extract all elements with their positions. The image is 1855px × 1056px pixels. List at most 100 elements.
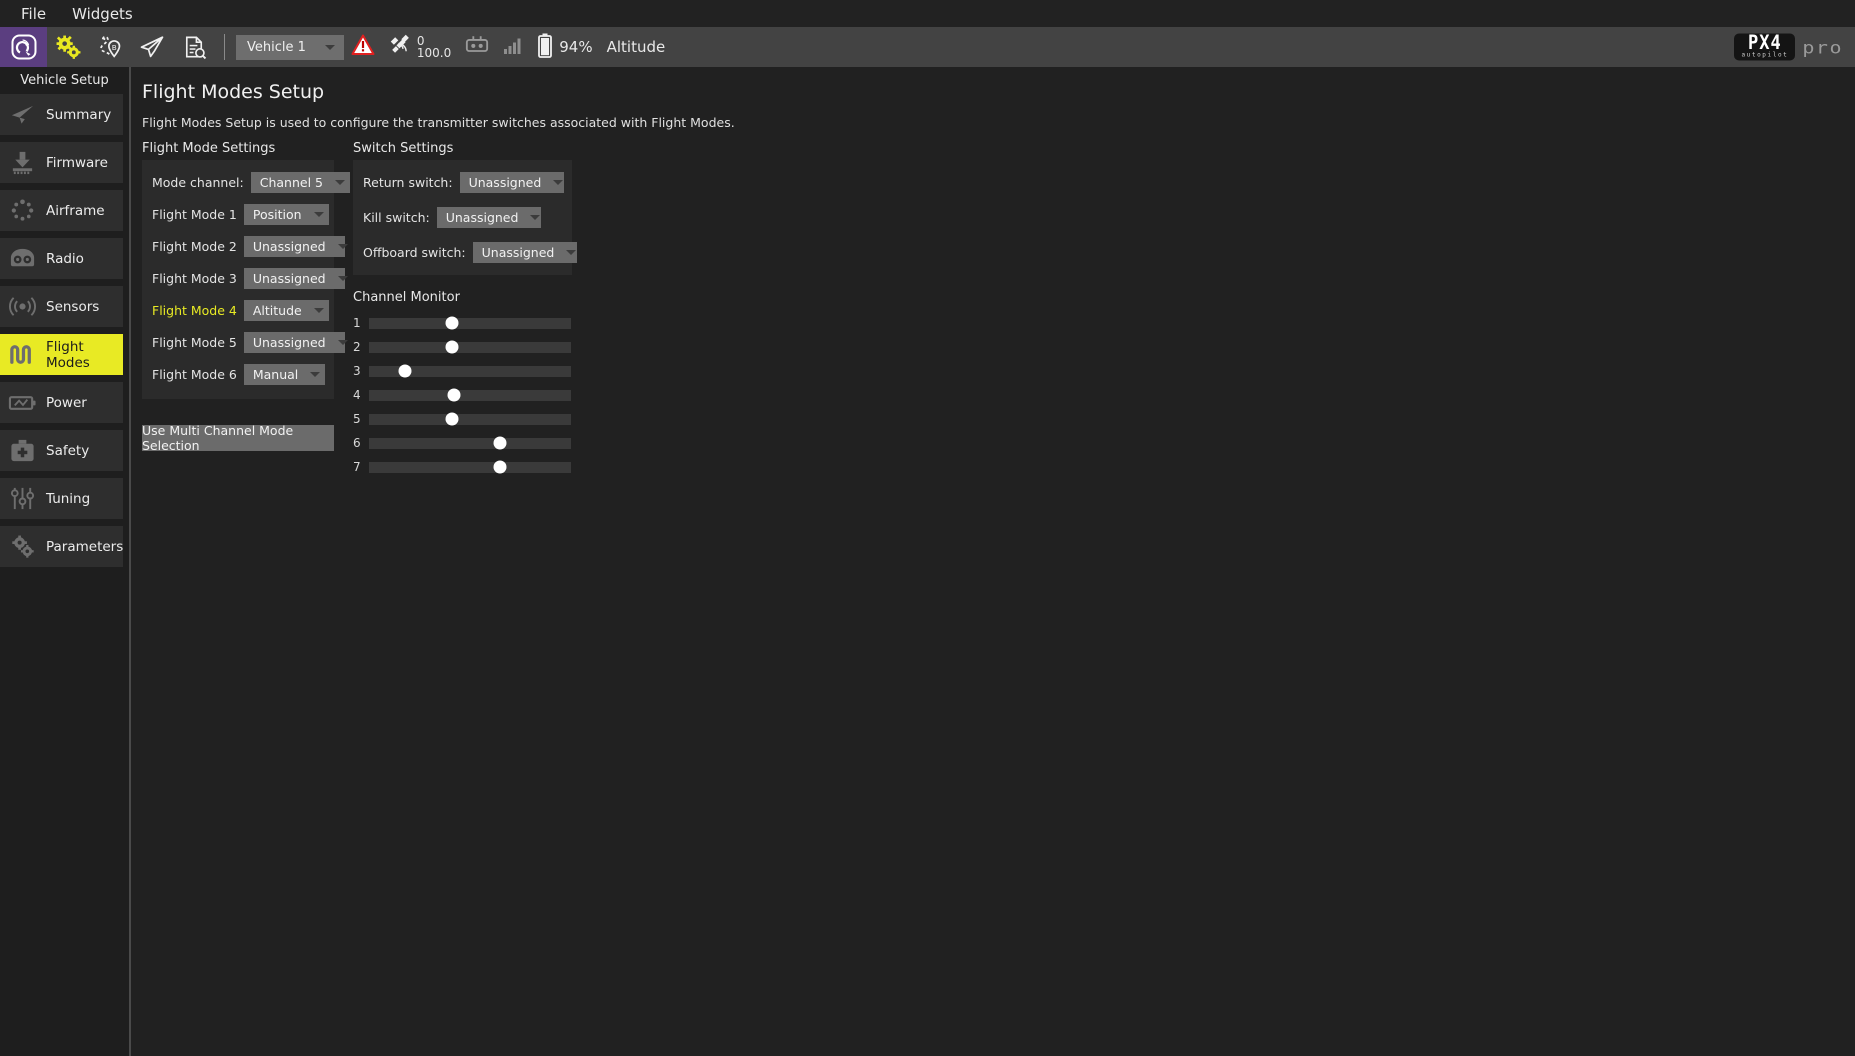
px4-badge: PX4 autopilot (1734, 31, 1796, 61)
sidebar-item-summary[interactable]: Summary (0, 94, 123, 135)
menu-widgets[interactable]: Widgets (59, 2, 146, 26)
sidebar-item-parameters[interactable]: Parameters (0, 526, 123, 567)
flight-mode-dropdown[interactable]: Unassigned (243, 236, 348, 257)
channel-row: 7 (353, 455, 572, 479)
airframe-dots-icon (6, 197, 38, 225)
gps-status[interactable]: 0 100.0 (382, 27, 458, 67)
kill-switch-dropdown[interactable]: Unassigned (436, 207, 541, 228)
flight-mode-label: Flight Mode 1 (152, 207, 237, 222)
battery-power-icon (6, 389, 38, 417)
channel-slider-track (369, 340, 571, 354)
sidebar-item-radio[interactable]: Radio (0, 238, 123, 279)
menu-file[interactable]: File (8, 2, 59, 26)
tuning-sliders-icon (6, 485, 38, 513)
flight-mode-status[interactable]: Altitude (600, 27, 673, 67)
analyze-document-icon[interactable] (173, 27, 215, 67)
sidebar-item-power[interactable]: Power (0, 382, 123, 423)
flight-mode-row: Flight Mode 6 Manual (152, 364, 326, 385)
svg-text:B: B (111, 43, 116, 52)
px4-wordmark: PX4 (1748, 31, 1782, 55)
plan-route-icon[interactable]: B (89, 27, 131, 67)
flight-mode-label: Flight Mode 5 (152, 335, 237, 350)
flight-mode-value: Unassigned (252, 335, 326, 350)
mode-channel-value: Channel 5 (259, 175, 323, 190)
gps-hdop: 100.0 (416, 46, 452, 60)
vehicle-selector[interactable]: Vehicle 1 (236, 34, 344, 60)
toolbar-divider (224, 34, 225, 60)
main-toolbar: B Vehicle 1 0 100.0 94% Altitude PX4 aut… (0, 27, 1855, 67)
flight-mode-settings-column: Flight Mode Settings Mode channel: Chann… (142, 141, 350, 479)
switch-settings-title: Switch Settings (353, 141, 454, 156)
switch-row: Return switch: Unassigned (363, 172, 564, 193)
offboard-switch-dropdown[interactable]: Unassigned (472, 242, 577, 263)
channel-number: 7 (353, 460, 361, 474)
px4-pro-logo: PX4 autopilot pro (1734, 31, 1843, 61)
body-wrapper: Vehicle Setup Summary Firmware Airframe … (0, 67, 1855, 1056)
sidebar-item-label: Flight Modes (46, 338, 90, 371)
channel-number: 2 (353, 340, 361, 354)
mode-channel-dropdown[interactable]: Channel 5 (250, 172, 350, 193)
signal-status[interactable] (496, 27, 530, 67)
sidebar-item-label: Firmware (46, 154, 108, 171)
channel-slider-track (369, 412, 571, 426)
sidebar-item-tuning[interactable]: Tuning (0, 478, 123, 519)
channel-row: 3 (353, 359, 572, 383)
download-chip-icon (6, 149, 38, 177)
return-switch-dropdown[interactable]: Unassigned (459, 172, 564, 193)
vehicle-selector-label: Vehicle 1 (247, 39, 306, 55)
flight-mode-row: Flight Mode 4 Altitude (152, 300, 329, 321)
flight-mode-value: Manual (252, 367, 299, 382)
flight-mode-dropdown[interactable]: Altitude (243, 300, 329, 321)
sidebar-item-label: Tuning (46, 490, 91, 507)
warning-triangle-icon (351, 33, 375, 61)
channel-slider-handle (445, 316, 459, 330)
flight-mode-value: Unassigned (252, 271, 326, 286)
chevron-down-icon (337, 276, 348, 281)
channel-monitor-list: 1 2 3 4 5 6 7 (353, 311, 572, 479)
switch-label: Return switch: (363, 175, 453, 190)
flight-mode-dropdown[interactable]: Unassigned (243, 268, 348, 289)
sidebar-item-firmware[interactable]: Firmware (0, 142, 123, 183)
flight-mode-settings-panel: Mode channel: Channel 5 Flight Mode 1 Po… (142, 160, 350, 399)
sidebar-item-label: Airframe (46, 202, 105, 219)
channel-slider-handle (398, 364, 412, 378)
use-multi-channel-mode-selection-button[interactable]: Use Multi Channel Mode Selection (142, 423, 334, 453)
sidebar-item-flight-modes[interactable]: Flight Modes (0, 334, 123, 375)
flight-mode-dropdown[interactable]: Position (243, 204, 329, 225)
chevron-down-icon (324, 44, 335, 50)
flight-mode-dropdown[interactable]: Unassigned (243, 332, 348, 353)
sidebar-item-label: Summary (46, 106, 112, 123)
qgc-home-icon[interactable] (0, 27, 47, 67)
flight-mode-dropdown[interactable]: Manual (243, 364, 326, 385)
flight-modes-icon (6, 341, 38, 369)
switch-label: Kill switch: (363, 210, 430, 225)
channel-number: 5 (353, 412, 361, 426)
battery-percent: 94% (559, 38, 593, 56)
rc-status[interactable] (458, 27, 496, 67)
sidebar-item-safety[interactable]: Safety (0, 430, 123, 471)
channel-row: 6 (353, 431, 572, 455)
battery-status[interactable]: 94% (530, 27, 599, 67)
channel-number: 6 (353, 436, 361, 450)
flight-mode-value: Altitude (252, 303, 302, 318)
page-title: Flight Modes Setup (142, 81, 325, 103)
paperplane-icon (6, 101, 38, 129)
sensors-waves-icon (6, 293, 38, 321)
sidebar-item-airframe[interactable]: Airframe (0, 190, 123, 231)
chevron-down-icon (310, 372, 321, 377)
warning-status[interactable] (344, 27, 382, 67)
content-divider (130, 67, 131, 1056)
flight-mode-row: Flight Mode 5 Unassigned (152, 332, 348, 353)
chevron-down-icon (313, 212, 324, 217)
flight-mode-label-active: Flight Mode 4 (152, 303, 237, 318)
flight-mode-settings-title: Flight Mode Settings (142, 141, 276, 156)
fly-paperplane-icon[interactable] (131, 27, 173, 67)
gears-setup-icon[interactable] (47, 27, 89, 67)
channel-row: 2 (353, 335, 572, 359)
channel-number: 1 (353, 316, 361, 330)
gps-readouts: 0 100.0 (417, 35, 451, 59)
chevron-down-icon (337, 244, 348, 249)
sidebar-item-label: Safety (46, 442, 90, 459)
sidebar-item-sensors[interactable]: Sensors (0, 286, 123, 327)
channel-slider-track (369, 388, 571, 402)
